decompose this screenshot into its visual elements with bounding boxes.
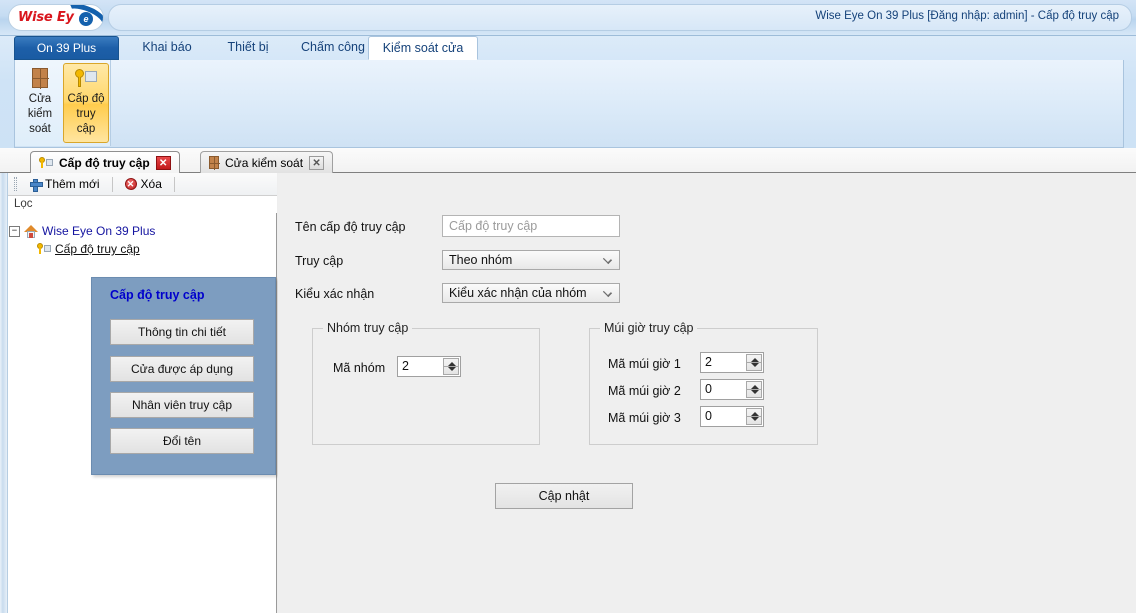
group-code-label: Mã nhóm (333, 361, 385, 375)
timezone-3-value: 0 (705, 409, 712, 423)
ribbon-button-cua-kiem-soat-line3: soát (18, 122, 62, 137)
add-new-label: Thêm mới (45, 177, 100, 191)
ribbon-tab-thietbi[interactable]: Thiết bị (208, 36, 288, 60)
ribbon-button-cua-kiem-soat[interactable]: Cửa kiểm soát (17, 63, 63, 143)
toolbar-separator (174, 177, 175, 192)
timezone-1-stepper[interactable]: 2 (700, 352, 764, 373)
stepper-buttons[interactable] (746, 381, 762, 398)
document-tab-strip: Cấp độ truy cập ✕ Cửa kiểm soát ✕ (0, 148, 1136, 173)
logo-e-icon: e (79, 12, 93, 26)
close-icon[interactable]: ✕ (156, 156, 171, 170)
access-type-value: Theo nhóm (449, 253, 512, 267)
ribbon-body: Cửa kiểm soát Cấp độ truy cập (14, 60, 1124, 148)
timezone-3-label: Mã múi giờ 3 (608, 411, 681, 425)
window-caption: Wise Eye On 39 Plus [Đăng nhập: admin] -… (815, 10, 1119, 22)
close-icon[interactable]: ✕ (309, 156, 324, 170)
access-level-name-input[interactable]: Cấp độ truy cập (442, 215, 620, 237)
ribbon-tab-on39plus[interactable]: On 39 Plus (14, 36, 119, 60)
add-new-button[interactable]: Thêm mới (25, 176, 105, 192)
access-group-groupbox: Nhóm truy cập Mã nhóm 2 (312, 328, 540, 445)
delete-label: Xóa (141, 177, 162, 191)
ribbon-tab-khaibao[interactable]: Khai báo (126, 36, 208, 60)
ribbon-group-access: Cửa kiểm soát Cấp độ truy cập (15, 60, 111, 146)
timezone-3-stepper[interactable]: 0 (700, 406, 764, 427)
rename-button[interactable]: Đổi tên (110, 428, 254, 454)
stepper-down-icon[interactable] (751, 363, 759, 367)
title-field: Wise Eye On 39 Plus [Đăng nhập: admin] -… (108, 4, 1132, 31)
verify-type-select[interactable]: Kiểu xác nhận của nhóm (442, 283, 620, 303)
timezone-1-value: 2 (705, 355, 712, 369)
plus-icon (30, 179, 41, 190)
tree-node-root[interactable]: − Wise Eye On 39 Plus (9, 222, 277, 240)
toolbar-separator (112, 177, 113, 192)
update-button[interactable]: Cập nhật (495, 483, 633, 509)
key-card-icon (64, 64, 108, 92)
ribbon-tab-chamcong[interactable]: Chấm công (288, 36, 378, 60)
detail-info-button[interactable]: Thông tin chi tiết (110, 319, 254, 345)
access-level-action-panel: Cấp độ truy cập Thông tin chi tiết Cửa đ… (91, 277, 276, 475)
stepper-buttons[interactable] (746, 354, 762, 371)
access-type-select[interactable]: Theo nhóm (442, 250, 620, 270)
door-icon (18, 64, 62, 92)
key-card-icon (37, 243, 51, 255)
stepper-down-icon[interactable] (448, 367, 456, 371)
title-bar: Wise Ey e Wise Eye On 39 Plus [Đăng nhập… (0, 0, 1136, 36)
delete-icon: ✕ (125, 178, 137, 190)
ribbon-button-cap-do-truy-cap[interactable]: Cấp độ truy cập (63, 63, 109, 143)
stepper-down-icon[interactable] (751, 417, 759, 421)
group-code-value: 2 (402, 359, 409, 373)
ribbon: On 39 Plus Khai báo Thiết bị Chấm công K… (0, 36, 1136, 148)
ribbon-button-cap-do-truy-cap-line2: truy (64, 107, 108, 122)
ribbon-tab-kiemsoatcua[interactable]: Kiểm soát cửa (368, 36, 478, 60)
ribbon-button-cua-kiem-soat-line1: Cửa (18, 92, 62, 107)
verify-type-value: Kiểu xác nhận của nhóm (449, 286, 587, 300)
tree-node-child-label: Cấp độ truy cập (55, 242, 140, 256)
access-level-name-label: Tên cấp độ truy cập (295, 220, 405, 234)
stepper-down-icon[interactable] (751, 390, 759, 394)
ribbon-button-cap-do-truy-cap-line3: cập (64, 122, 108, 137)
ribbon-button-cua-kiem-soat-line2: kiểm (18, 107, 62, 122)
application-window: Wise Ey e Wise Eye On 39 Plus [Đăng nhập… (0, 0, 1136, 613)
ribbon-button-cap-do-truy-cap-line1: Cấp độ (64, 92, 108, 107)
timezone-2-value: 0 (705, 382, 712, 396)
left-edge-gripper (0, 173, 8, 613)
key-card-icon (39, 157, 53, 169)
toolbar-grip[interactable] (14, 177, 17, 191)
document-tab-label: Cấp độ truy cập (59, 156, 150, 170)
access-timezone-title: Múi giờ truy cập (600, 321, 697, 335)
chevron-down-icon (603, 255, 612, 264)
door-icon (209, 156, 219, 169)
timezone-1-label: Mã múi giờ 1 (608, 357, 681, 371)
navigation-tree: − Wise Eye On 39 Plus Cấp độ truy cập (9, 222, 277, 258)
home-icon (24, 225, 38, 238)
access-type-label: Truy cập (295, 254, 343, 268)
timezone-2-stepper[interactable]: 0 (700, 379, 764, 400)
collapse-icon[interactable]: − (9, 226, 20, 237)
stepper-buttons[interactable] (443, 358, 459, 375)
filter-input[interactable]: Lọc (9, 196, 277, 213)
verify-type-label: Kiểu xác nhận (295, 287, 374, 301)
access-group-title: Nhóm truy cập (323, 321, 412, 335)
tree-node-cap-do-truy-cap[interactable]: Cấp độ truy cập (9, 240, 277, 258)
wise-eye-logo: Wise Ey e (8, 4, 104, 31)
access-timezone-groupbox: Múi giờ truy cập Mã múi giờ 1 2 Mã múi g… (589, 328, 818, 445)
document-tab-cap-do-truy-cap[interactable]: Cấp độ truy cập ✕ (30, 151, 180, 173)
timezone-2-label: Mã múi giờ 2 (608, 384, 681, 398)
access-level-panel-title: Cấp độ truy cập (110, 288, 204, 302)
main-content: Tên cấp độ truy cập Cấp độ truy cập Truy… (278, 173, 1136, 613)
delete-button[interactable]: ✕ Xóa (120, 176, 167, 192)
stepper-buttons[interactable] (746, 408, 762, 425)
chevron-down-icon (603, 288, 612, 297)
document-tab-cua-kiem-soat[interactable]: Cửa kiểm soát ✕ (200, 151, 333, 173)
applied-doors-button[interactable]: Cửa được áp dụng (110, 356, 254, 382)
document-tab-label: Cửa kiểm soát (225, 156, 303, 170)
access-employees-button[interactable]: Nhân viên truy cập (110, 392, 254, 418)
group-code-stepper[interactable]: 2 (397, 356, 461, 377)
ribbon-tab-strip: On 39 Plus Khai báo Thiết bị Chấm công K… (0, 36, 1136, 60)
logo-text: Wise Ey (18, 10, 74, 25)
left-panel-toolbar: Thêm mới ✕ Xóa (8, 173, 277, 196)
tree-node-root-label: Wise Eye On 39 Plus (42, 224, 155, 238)
